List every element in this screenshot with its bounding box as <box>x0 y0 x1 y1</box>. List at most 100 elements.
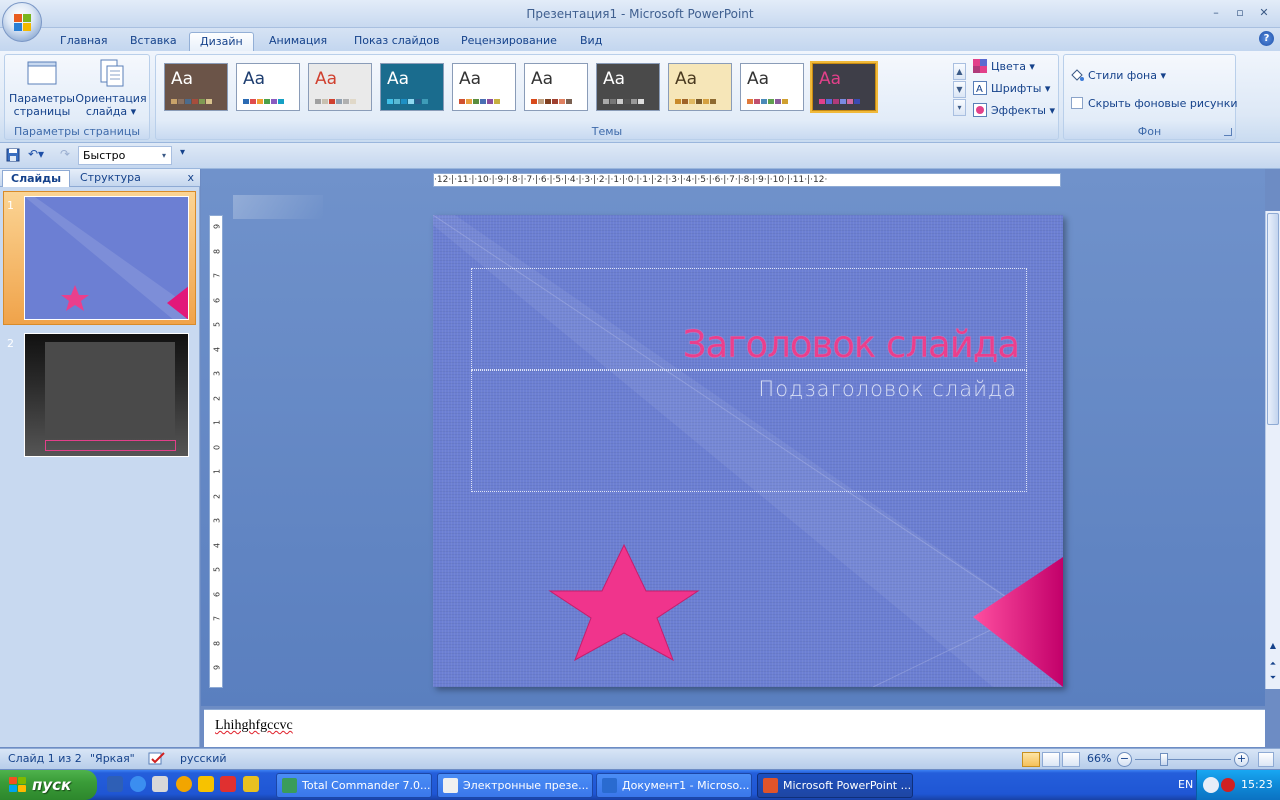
slide-orientation-button[interactable]: Ориентация слайда ▾ <box>75 58 147 118</box>
undo-icon[interactable]: ↶▾ <box>28 147 50 163</box>
theme-thumbnail[interactable]: Aa <box>308 63 372 111</box>
system-tray: 15:23 <box>1196 770 1280 800</box>
maximize-button[interactable]: ▫ <box>1230 5 1250 21</box>
colors-label: Цвета ▾ <box>991 60 1035 73</box>
slide-number-1: 1 <box>7 199 14 212</box>
theme-name: "Яркая" <box>90 752 135 765</box>
tab-review[interactable]: Рецензирование <box>451 32 567 51</box>
theme-effects-button[interactable]: Эффекты ▾ <box>973 102 1055 120</box>
gallery-scroll-down[interactable]: ▼ <box>953 81 966 98</box>
tab-slides[interactable]: Слайды <box>2 170 71 187</box>
tab-insert[interactable]: Вставка <box>120 32 187 51</box>
zoom-in-button[interactable]: + <box>1234 752 1249 767</box>
task-powerpoint[interactable]: Microsoft PowerPoint ... <box>757 773 913 798</box>
theme-swatches <box>531 99 572 104</box>
clock: 15:23 <box>1241 778 1273 791</box>
zoom-slider-track[interactable] <box>1135 759 1231 760</box>
minimize-button[interactable]: – <box>1206 5 1226 21</box>
customize-qat-icon[interactable]: ▾ <box>180 147 185 158</box>
quicklaunch-media-icon[interactable] <box>243 776 259 792</box>
group-background: Стили фона ▾ Скрыть фоновые рисунки Фон <box>1063 54 1238 140</box>
page-setup-button[interactable]: Параметры страницы <box>8 58 76 118</box>
slide-sorter-button[interactable] <box>1042 752 1060 767</box>
tab-design[interactable]: Дизайн <box>189 32 254 51</box>
theme-sample-text: Aa <box>315 69 338 89</box>
quicklaunch-ie-icon[interactable] <box>130 776 146 792</box>
theme-thumbnail[interactable]: Aa <box>740 63 804 111</box>
redo-icon[interactable]: ↷ <box>60 147 74 163</box>
theme-thumbnail[interactable]: Aa <box>596 63 660 111</box>
hide-background-label: Скрыть фоновые рисунки <box>1088 97 1238 110</box>
slide-subtitle[interactable]: Подзаголовок слайда <box>758 377 1017 401</box>
quicklaunch-desktop-icon[interactable] <box>107 776 123 792</box>
editor-scrollbar[interactable]: ▲ ⏶ ⏷ <box>1265 211 1280 689</box>
start-button[interactable]: пуск <box>0 770 97 800</box>
zoom-out-button[interactable]: − <box>1117 752 1132 767</box>
help-icon[interactable]: ? <box>1259 31 1274 46</box>
page-setup-group-label: Параметры страницы <box>13 125 141 138</box>
fit-window-icon[interactable] <box>1258 752 1274 767</box>
total-commander-icon <box>282 778 297 793</box>
ribbon: Параметры страницы Ориентация слайда ▾ П… <box>0 51 1280 143</box>
ruler-tick-label: 7 <box>212 615 222 622</box>
slideshow-view-button[interactable] <box>1062 752 1080 767</box>
theme-thumbnail[interactable]: Aa <box>668 63 732 111</box>
theme-thumbnail[interactable]: Aa <box>236 63 300 111</box>
gallery-more[interactable]: ▾ <box>953 99 966 116</box>
prev-slide-icon[interactable]: ⏶ <box>1266 659 1280 669</box>
gallery-scroll-up[interactable]: ▲ <box>953 63 966 80</box>
theme-thumbnail[interactable]: Aa <box>380 63 444 111</box>
slide-thumb-1[interactable] <box>24 196 189 320</box>
quicklaunch-app-icon[interactable] <box>220 776 236 792</box>
next-slide-icon[interactable]: ⏷ <box>1266 673 1280 683</box>
quicklaunch-tool-icon[interactable] <box>198 776 214 792</box>
theme-thumbnail[interactable]: Aa <box>524 63 588 111</box>
notes-pane[interactable]: Lhihghfgccvc <box>204 709 1265 747</box>
theme-thumbnail[interactable]: Aa <box>810 61 878 113</box>
tray-security-icon[interactable] <box>1221 778 1235 792</box>
task-document1[interactable]: Документ1 - Microso... <box>596 773 752 798</box>
background-styles-button[interactable]: Стили фона ▾ <box>1070 67 1166 85</box>
slide-thumb-2[interactable] <box>24 333 189 457</box>
quicklaunch-info-icon[interactable] <box>176 776 192 792</box>
office-button[interactable] <box>2 2 42 42</box>
tray-arrow-icon[interactable] <box>1203 777 1219 793</box>
scrollbar-thumb[interactable] <box>1267 213 1279 425</box>
theme-fonts-button[interactable]: A Шрифты ▾ <box>973 80 1050 98</box>
theme-sample-text: Aa <box>675 69 698 89</box>
tab-animation[interactable]: Анимация <box>259 32 337 51</box>
theme-thumbnail[interactable]: Aa <box>164 63 228 111</box>
slide-canvas[interactable]: Заголовок слайда Подзаголовок слайда <box>433 215 1063 687</box>
start-label: пуск <box>32 776 72 794</box>
tab-outline[interactable]: Структура <box>72 170 149 187</box>
paint-bucket-icon <box>1070 68 1084 82</box>
quick-combo-value: Быстро <box>83 149 126 162</box>
zoom-level[interactable]: 66% <box>1087 749 1111 769</box>
close-icon[interactable]: x <box>187 171 194 184</box>
hide-background-checkbox[interactable]: Скрыть фоновые рисунки <box>1070 95 1238 113</box>
theme-colors-button[interactable]: Цвета ▾ <box>973 58 1035 76</box>
language-bar[interactable]: EN <box>1178 770 1193 800</box>
normal-view-button[interactable] <box>1022 752 1040 767</box>
theme-sample-text: Aa <box>171 69 194 89</box>
orientation-icon <box>95 58 127 88</box>
ruler-tick-label: 9 <box>212 664 222 671</box>
slide-title[interactable]: Заголовок слайда <box>683 323 1020 366</box>
page-setup-label-2: страницы <box>13 105 71 118</box>
save-icon[interactable] <box>6 148 20 162</box>
dialog-launcher-icon[interactable] <box>1224 128 1232 136</box>
tab-view[interactable]: Вид <box>570 32 612 51</box>
task-electronic-presentations[interactable]: Электронные презе... <box>437 773 593 798</box>
orientation-label-1: Ориентация <box>75 92 147 105</box>
tab-slideshow[interactable]: Показ слайдов <box>344 32 450 51</box>
language-indicator[interactable]: русский <box>180 749 227 769</box>
close-button[interactable]: ✕ <box>1254 5 1274 21</box>
quicklaunch-explorer-icon[interactable] <box>152 776 168 792</box>
task-total-commander[interactable]: Total Commander 7.0... <box>276 773 432 798</box>
tab-home[interactable]: Главная <box>50 32 118 51</box>
quick-combo[interactable]: Быстро ▾ <box>78 146 172 165</box>
notes-text[interactable]: Lhihghfgccvc <box>215 718 293 734</box>
scroll-up-arrow[interactable]: ▲ <box>1266 641 1280 650</box>
theme-thumbnail[interactable]: Aa <box>452 63 516 111</box>
zoom-slider-knob[interactable] <box>1160 753 1168 766</box>
